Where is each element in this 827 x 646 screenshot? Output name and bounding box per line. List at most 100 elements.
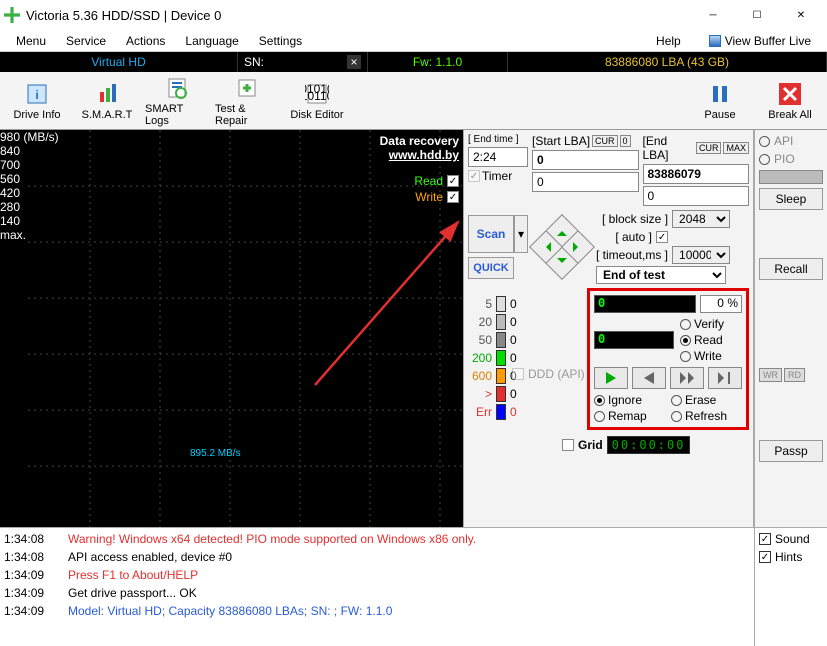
- hints-checkbox[interactable]: [759, 551, 771, 563]
- log-list[interactable]: 1:34:08Warning! Windows x64 detected! PI…: [0, 528, 754, 646]
- menu-actions[interactable]: Actions: [116, 32, 175, 50]
- sleep-button[interactable]: Sleep: [759, 188, 823, 210]
- test-icon: [234, 75, 260, 101]
- log-line: 1:34:09Model: Virtual HD; Capacity 83886…: [4, 602, 750, 620]
- end-lba-input[interactable]: [643, 164, 750, 184]
- end-cur-input[interactable]: [643, 186, 750, 206]
- refresh-radio[interactable]: [671, 411, 682, 422]
- titlebar: Victoria 5.36 HDD/SSD | Device 0 ─ ☐ ✕: [0, 0, 827, 30]
- recall-button[interactable]: Recall: [759, 258, 823, 280]
- smart-logs-button[interactable]: SMART Logs: [144, 74, 210, 128]
- write-checkbox[interactable]: ✓: [447, 191, 459, 203]
- progress-2: 0: [594, 331, 674, 349]
- block-size-select[interactable]: 2048: [672, 210, 730, 228]
- break-all-button[interactable]: Break All: [757, 74, 823, 128]
- drive-info-button[interactable]: iDrive Info: [4, 74, 70, 128]
- read-radio[interactable]: [680, 335, 691, 346]
- scan-button[interactable]: Scan: [468, 215, 514, 253]
- hist-600-box: [496, 368, 506, 384]
- log-line: 1:34:09Get drive passport... OK: [4, 584, 750, 602]
- block-size-label: [ block size ]: [602, 212, 668, 226]
- remap-radio[interactable]: [594, 411, 605, 422]
- rw-legend: Read✓ Write✓: [414, 174, 459, 206]
- grid-label: Grid: [578, 438, 603, 452]
- menu-help[interactable]: Help: [646, 32, 691, 50]
- scan-dropdown-button[interactable]: ▾: [514, 215, 528, 253]
- erase-radio[interactable]: [671, 395, 682, 406]
- sn-label: SN:: [244, 55, 264, 69]
- end-cur-button[interactable]: CUR: [696, 142, 722, 154]
- scan-controls: [ End time ] ✓Timer [Start LBA]CUR0 [End…: [463, 130, 754, 527]
- start-lba-header: [Start LBA]: [532, 134, 590, 148]
- end-lba-header: [End LBA]: [643, 134, 694, 162]
- timer-label: Timer: [482, 169, 512, 183]
- step-back-button[interactable]: [632, 367, 666, 389]
- data-recovery-ad: Data recovery www.hdd.by: [380, 134, 459, 162]
- svg-text:i: i: [35, 88, 38, 102]
- start-cur-button[interactable]: CUR: [592, 135, 618, 147]
- auto-label: [ auto ]: [615, 230, 652, 244]
- rd-indicator: RD: [784, 368, 805, 382]
- speed-graph: 980 (MB/s) 840 700 560 420 280 140 Data …: [0, 130, 463, 527]
- hist-err-box: [496, 404, 506, 420]
- skip-end-button[interactable]: [708, 367, 742, 389]
- info-icon: i: [24, 81, 50, 107]
- timeout-label: [ timeout,ms ]: [596, 248, 668, 262]
- pause-button[interactable]: Pause: [687, 74, 753, 128]
- timer-checkbox[interactable]: ✓: [468, 170, 480, 182]
- play-button[interactable]: [594, 367, 628, 389]
- ddd-checkbox[interactable]: [512, 368, 524, 380]
- log-line: 1:34:09Press F1 to About/HELP: [4, 566, 750, 584]
- ignore-radio[interactable]: [594, 395, 605, 406]
- log-line: 1:34:08Warning! Windows x64 detected! PI…: [4, 530, 750, 548]
- start-zero-button[interactable]: 0: [620, 135, 631, 147]
- api-radio[interactable]: [759, 136, 770, 147]
- auto-checkbox[interactable]: ✓: [656, 231, 668, 243]
- hist-50-box: [496, 332, 506, 348]
- menu-menu[interactable]: Menu: [6, 32, 56, 50]
- minimize-button[interactable]: ─: [691, 0, 735, 30]
- timeout-select[interactable]: 10000: [672, 246, 730, 264]
- lba-capacity: 83886080 LBA (43 GB): [605, 55, 729, 69]
- nav-diamond: [532, 217, 592, 277]
- end-of-test-select[interactable]: End of test: [596, 266, 726, 284]
- ddd-label: DDD (API): [528, 367, 585, 381]
- buffer-icon: [709, 35, 721, 47]
- passp-button[interactable]: Passp: [759, 440, 823, 462]
- menu-settings[interactable]: Settings: [249, 32, 312, 50]
- sn-clear-button[interactable]: ×: [347, 55, 361, 69]
- verify-radio[interactable]: [680, 319, 691, 330]
- start-lba-input[interactable]: [532, 150, 639, 170]
- sound-checkbox[interactable]: [759, 533, 771, 545]
- write-radio[interactable]: [680, 351, 691, 362]
- menu-language[interactable]: Language: [175, 32, 248, 50]
- window-title: Victoria 5.36 HDD/SSD | Device 0: [26, 8, 691, 23]
- disk-editor-button[interactable]: 0101010110Disk Editor: [284, 74, 350, 128]
- end-max-button[interactable]: MAX: [723, 142, 749, 154]
- maximize-button[interactable]: ☐: [735, 0, 779, 30]
- firmware-version: Fw: 1.1.0: [413, 55, 462, 69]
- main-toolbar: iDrive Info S.M.A.R.T SMART Logs Test & …: [0, 72, 827, 130]
- grey-indicator: [759, 170, 823, 184]
- hist-20-box: [496, 314, 506, 330]
- grid-checkbox[interactable]: [562, 439, 574, 451]
- legend-write: Write: [415, 190, 443, 204]
- device-statusbar: Virtual HD SN:× Fw: 1.1.0 83886080 LBA (…: [0, 52, 827, 72]
- right-panel: API PIO Sleep Recall WRRD Passp: [754, 130, 827, 527]
- menu-service[interactable]: Service: [56, 32, 116, 50]
- wr-indicator: WR: [759, 368, 782, 382]
- log-side-options: Sound Hints: [754, 528, 827, 646]
- start-cur-input[interactable]: [532, 172, 639, 192]
- view-buffer-live-button[interactable]: View Buffer Live: [699, 32, 821, 50]
- test-repair-button[interactable]: Test & Repair: [214, 74, 280, 128]
- close-button[interactable]: ✕: [779, 0, 823, 30]
- quick-button[interactable]: QUICK: [468, 257, 514, 279]
- svg-text:10110: 10110: [305, 89, 329, 103]
- break-icon: [777, 81, 803, 107]
- app-icon: [4, 7, 20, 23]
- smart-button[interactable]: S.M.A.R.T: [74, 74, 140, 128]
- step-fwd-button[interactable]: [670, 367, 704, 389]
- read-checkbox[interactable]: ✓: [447, 175, 459, 187]
- pio-radio[interactable]: [759, 154, 770, 165]
- end-time-input[interactable]: [468, 147, 528, 167]
